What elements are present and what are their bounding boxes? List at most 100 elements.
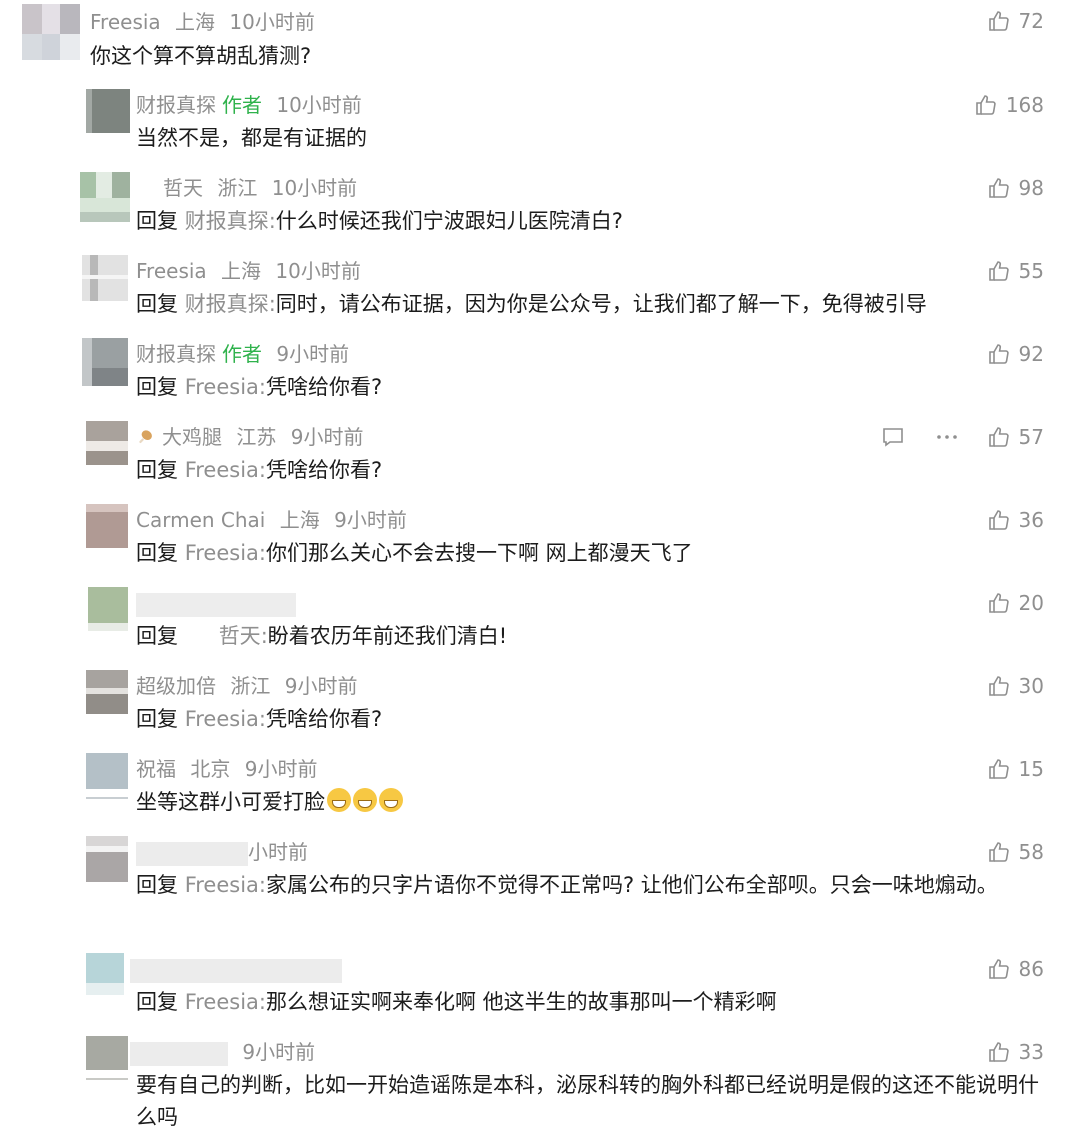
thumbs-up-icon	[988, 842, 1009, 862]
username[interactable]: Freesia	[90, 10, 161, 34]
avatar[interactable]	[82, 255, 128, 301]
avatar[interactable]	[86, 753, 128, 799]
comment-text[interactable]: 回复 Freesia:家属公布的只字片语你不觉得不正常吗? 让他们公布全部呗。只…	[136, 869, 1041, 901]
like-button[interactable]: 86	[987, 955, 1044, 983]
thumbs-up-icon	[988, 593, 1009, 613]
reply-text: 那么想证实啊来奉化啊 他这半生的故事那叫一个精彩啊	[265, 990, 777, 1014]
comment-meta: Freesia 上海 10小时前	[90, 9, 315, 35]
comment-meta: 9小时前	[130, 1039, 315, 1066]
like-button[interactable]: 36	[987, 506, 1044, 534]
comment-meta: 超级加倍 浙江 9小时前	[136, 673, 357, 699]
thumbs-up-icon	[988, 759, 1009, 779]
comment-text[interactable]: 回复 Freesia:那么想证实啊来奉化啊 他这半生的故事那叫一个精彩啊	[136, 986, 1041, 1018]
avatar[interactable]	[86, 953, 124, 995]
timestamp: 9小时前	[244, 757, 318, 781]
username[interactable]: 祝福	[136, 757, 176, 781]
avatar[interactable]	[86, 421, 128, 465]
location: 浙江	[217, 176, 258, 200]
like-button[interactable]: 57	[987, 423, 1044, 451]
like-button[interactable]: 15	[987, 755, 1044, 783]
like-button[interactable]: 98	[987, 174, 1044, 202]
masked-username	[136, 592, 296, 617]
thumbs-up-icon	[988, 11, 1009, 31]
comment-meta: Carmen Chai 上海 9小时前	[136, 507, 407, 533]
reply-target[interactable]: 财报真探	[185, 292, 269, 316]
reply-target[interactable]: Freesia	[185, 873, 259, 897]
comment-text[interactable]: 回复 财报真探:什么时候还我们宁波跟妇儿医院清白?	[136, 205, 1041, 237]
comment-text[interactable]: 回复 Freesia:凭啥给你看?	[136, 371, 1041, 403]
username[interactable]: 超级加倍	[136, 674, 216, 698]
author-badge: 作者	[222, 93, 262, 117]
thumbs-up-icon	[988, 261, 1009, 281]
reply-target[interactable]: 哲天	[219, 624, 261, 648]
timestamp: 小时前	[248, 840, 308, 864]
like-button[interactable]: 58	[987, 838, 1044, 866]
masked-username	[130, 1041, 228, 1066]
like-count: 58	[1018, 840, 1044, 864]
reply-button[interactable]	[881, 425, 905, 454]
like-count: 57	[1018, 425, 1044, 449]
comment-text[interactable]: 你这个算不算胡乱猜测?	[90, 40, 995, 72]
timestamp: 9小时前	[276, 342, 350, 366]
like-button[interactable]: 30	[987, 672, 1044, 700]
like-count: 20	[1018, 591, 1044, 615]
reply-label: 回复	[136, 292, 178, 316]
timestamp: 9小时前	[334, 508, 407, 532]
timestamp: 10小时前	[271, 176, 358, 200]
comment-text[interactable]: 回复 财报真探:同时，请公布证据，因为你是公众号，让我们都了解一下，免得被引导	[136, 288, 1041, 320]
avatar[interactable]	[86, 1036, 128, 1080]
comment-text[interactable]: 要有自己的判断，比如一开始造谣陈是本科，泌尿科转的胸外科都已经说明是假的这还不能…	[136, 1069, 1041, 1133]
reply-target[interactable]: Freesia	[185, 458, 259, 482]
thumbs-up-icon	[988, 344, 1009, 364]
comment-text[interactable]: 回复 Freesia:你们那么关心不会去搜一下啊 网上都漫天飞了	[136, 537, 1041, 569]
like-count: 33	[1018, 1040, 1044, 1064]
more-button[interactable]	[935, 425, 959, 454]
avatar[interactable]	[86, 670, 128, 714]
comment-text[interactable]: 回复 哲天:盼着农历年前还我们清白!	[136, 620, 1041, 652]
like-button[interactable]: 20	[987, 589, 1044, 617]
reply-target[interactable]: Freesia	[185, 990, 259, 1014]
comment-meta: 大鸡腿 江苏 9小时前	[136, 424, 363, 450]
reply-label: 回复	[136, 541, 178, 565]
reply-target[interactable]: Freesia	[185, 541, 259, 565]
like-button[interactable]: 168	[974, 91, 1044, 119]
reply-target[interactable]: Freesia	[185, 707, 259, 731]
like-button[interactable]: 92	[987, 340, 1044, 368]
reply-target[interactable]: Freesia	[185, 375, 259, 399]
location: 上海	[221, 259, 262, 283]
avatar[interactable]	[86, 504, 128, 548]
grinning-face-icon	[327, 788, 351, 812]
comment-text[interactable]: 回复 Freesia:凭啥给你看?	[136, 703, 1041, 735]
thumbs-up-icon	[988, 676, 1009, 696]
reply-target[interactable]: 财报真探	[185, 209, 269, 233]
masked-username	[130, 958, 342, 983]
reply-text: 家属公布的只字片语你不觉得不正常吗? 让他们公布全部呗。只会一味地煽动。	[265, 873, 998, 897]
comment-text[interactable]: 当然不是，都是有证据的	[136, 122, 1041, 154]
like-button[interactable]: 33	[987, 1038, 1044, 1066]
comment-meta: Freesia 上海 10小时前	[136, 258, 361, 284]
like-count: 30	[1018, 674, 1044, 698]
comment-text[interactable]: 坐等这群小可爱打脸	[136, 786, 1041, 818]
location: 浙江	[230, 674, 271, 698]
avatar[interactable]	[80, 172, 130, 222]
username[interactable]: 财报真探	[136, 342, 216, 366]
like-count: 15	[1018, 757, 1044, 781]
username[interactable]: 哲天	[163, 176, 203, 200]
username[interactable]: 财报真探	[136, 93, 216, 117]
avatar[interactable]	[86, 89, 130, 133]
username[interactable]: 大鸡腿	[162, 425, 222, 449]
comment-meta: 祝福 北京 9小时前	[136, 756, 317, 782]
username[interactable]: Freesia	[136, 259, 207, 283]
like-count: 86	[1018, 957, 1044, 981]
grinning-face-icon	[353, 788, 377, 812]
like-button[interactable]: 55	[987, 257, 1044, 285]
avatar[interactable]	[88, 587, 128, 631]
avatar[interactable]	[22, 4, 80, 60]
username[interactable]: Carmen Chai	[136, 508, 265, 532]
avatar[interactable]	[82, 338, 128, 386]
like-count: 92	[1018, 342, 1044, 366]
comment-text[interactable]: 回复 Freesia:凭啥给你看?	[136, 454, 1041, 486]
like-button[interactable]: 72	[987, 7, 1044, 35]
reply-label: 回复	[136, 458, 178, 482]
avatar[interactable]	[86, 836, 128, 882]
